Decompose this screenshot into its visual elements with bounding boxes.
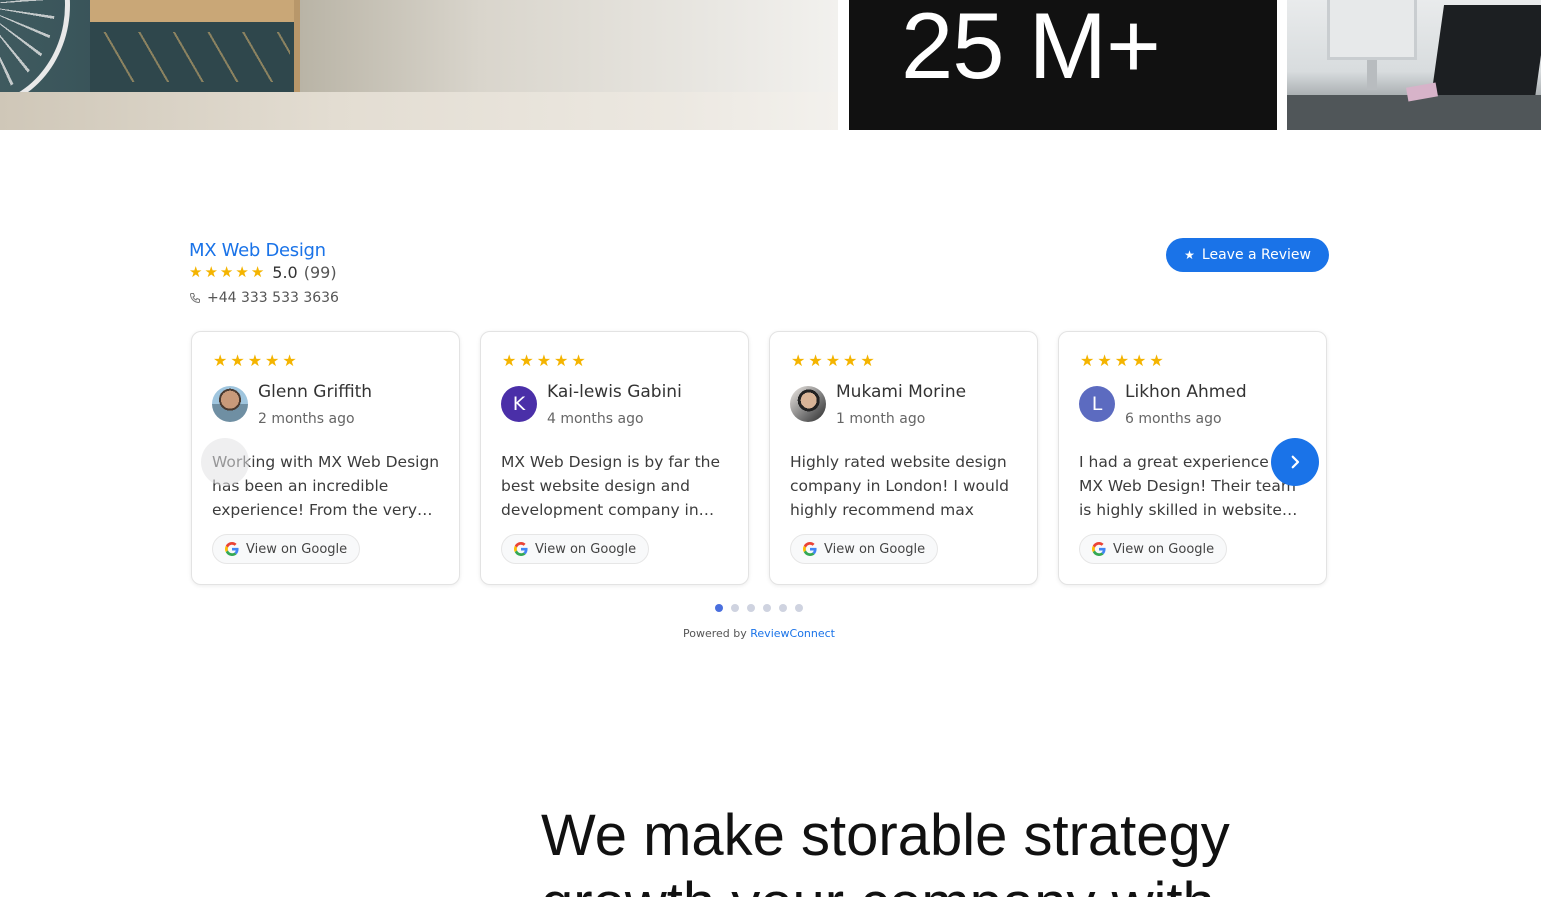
view-on-google-label: View on Google (824, 541, 926, 557)
review-time: 6 months ago (1125, 411, 1222, 427)
laptop-graphic (1429, 5, 1541, 105)
star-icon: ★ (1080, 351, 1095, 370)
avatar: L (1079, 386, 1115, 422)
leave-review-button[interactable]: ★ Leave a Review (1166, 238, 1329, 272)
view-on-google-label: View on Google (246, 541, 348, 557)
floor-graphic (0, 92, 838, 130)
google-icon (1092, 542, 1106, 556)
star-icon: ★ (536, 351, 552, 370)
avatar (790, 386, 826, 422)
rating-count: (99) (303, 263, 337, 282)
chevron-right-icon (1291, 455, 1300, 469)
star-icon: ★ (265, 351, 280, 370)
headline-line-2: growth your company with (541, 870, 1541, 897)
pagination-dot[interactable] (731, 604, 739, 612)
star-icon: ★ (219, 263, 234, 281)
review-card: ★ ★ ★ ★ ★ K Kai-lewis Gabini 4 months ag… (480, 331, 749, 585)
star-icon: ★ (189, 263, 203, 281)
star-icon: ★ (519, 351, 534, 370)
reviewer-name: Mukami Morine (836, 382, 967, 402)
carousel-pagination (715, 604, 803, 612)
star-icon: ★ (571, 351, 586, 370)
star-icon: ★ (213, 351, 228, 370)
star-icon: ★ (825, 351, 841, 370)
office-photo-right (1287, 0, 1541, 130)
star-icon: ★ (554, 351, 569, 370)
carousel-prev-button[interactable] (201, 438, 249, 486)
pagination-dot[interactable] (763, 604, 771, 612)
reviewer-name: Kai-lewis Gabini (547, 382, 682, 402)
pagination-dot[interactable] (715, 604, 723, 612)
star-icon: ★ (235, 263, 249, 281)
star-icon: ★ (250, 263, 265, 281)
review-stars: ★ ★ ★ ★ ★ (791, 351, 875, 370)
star-icon: ★ (1132, 351, 1147, 370)
powered-by-link[interactable]: ReviewConnect (750, 627, 835, 640)
review-text[interactable]: Highly rated website design company in L… (790, 450, 1020, 522)
view-on-google-label: View on Google (1113, 541, 1215, 557)
star-icon: ★ (1149, 351, 1164, 370)
review-text[interactable]: MX Web Design is by far the best website… (501, 450, 731, 522)
star-icon: ★ (502, 351, 517, 370)
rating-summary: ★ ★ ★ ★ ★ 5.0 (99) (189, 263, 337, 282)
review-time: 2 months ago (258, 411, 355, 427)
headline-line-1: We make storable strategy (541, 803, 1230, 868)
carousel-next-button[interactable] (1271, 438, 1319, 486)
powered-by: Powered by ReviewConnect (189, 627, 1329, 640)
avatar: K (501, 386, 537, 422)
pagination-dot[interactable] (779, 604, 787, 612)
star-icon: ★ (791, 351, 806, 370)
phone-icon (189, 293, 200, 304)
office-photo-left (0, 0, 838, 130)
monitor-graphic (1327, 0, 1417, 60)
business-name[interactable]: MX Web Design (189, 240, 326, 261)
review-card: ★ ★ ★ ★ ★ Mukami Morine 1 month ago High… (769, 331, 1038, 585)
phone-number: +44 333 533 3636 (207, 290, 339, 306)
star-icon: ★ (1184, 248, 1195, 262)
star-icon: ★ (247, 351, 263, 370)
review-stars: ★ ★ ★ ★ ★ (502, 351, 586, 370)
pagination-dot[interactable] (795, 604, 803, 612)
phone-row[interactable]: +44 333 533 3636 (189, 290, 339, 306)
stat-box: 25 M+ (849, 0, 1277, 130)
review-stars: ★ ★ ★ ★ ★ (213, 351, 297, 370)
view-on-google-button[interactable]: View on Google (790, 534, 939, 564)
google-icon (225, 542, 239, 556)
avatar (212, 386, 248, 422)
star-icon: ★ (1097, 351, 1112, 370)
star-icon: ★ (843, 351, 858, 370)
view-on-google-button[interactable]: View on Google (1079, 534, 1228, 564)
google-icon (803, 542, 817, 556)
cabinet-graphic (90, 0, 300, 92)
review-time: 4 months ago (547, 411, 644, 427)
star-icon: ★ (230, 351, 245, 370)
reviewer-name: Glenn Griffith (258, 382, 373, 402)
view-on-google-label: View on Google (535, 541, 637, 557)
monitor-stand-graphic (1367, 60, 1377, 90)
google-icon (514, 542, 528, 556)
review-time: 1 month ago (836, 411, 926, 427)
powered-by-prefix: Powered by (683, 627, 747, 640)
review-stars: ★ ★ ★ ★ ★ (1080, 351, 1164, 370)
view-on-google-button[interactable]: View on Google (212, 534, 361, 564)
star-icon: ★ (1114, 351, 1130, 370)
rating-stars: ★ ★ ★ ★ ★ (189, 265, 264, 280)
reviewer-name: Likhon Ahmed (1125, 382, 1247, 402)
rating-value: 5.0 (272, 263, 298, 282)
stat-value: 25 M+ (901, 0, 1161, 98)
leave-review-label: Leave a Review (1201, 247, 1311, 263)
star-icon: ★ (808, 351, 823, 370)
star-icon: ★ (282, 351, 297, 370)
view-on-google-button[interactable]: View on Google (501, 534, 650, 564)
review-carousel: ★ ★ ★ ★ ★ Glenn Griffith 2 months ago Wo… (191, 331, 1327, 585)
section-headline: We make storable strategy growth your co… (541, 802, 1541, 897)
pagination-dot[interactable] (747, 604, 755, 612)
star-icon: ★ (204, 263, 218, 281)
star-icon: ★ (860, 351, 875, 370)
hero-image-strip: 25 M+ (0, 0, 1541, 130)
